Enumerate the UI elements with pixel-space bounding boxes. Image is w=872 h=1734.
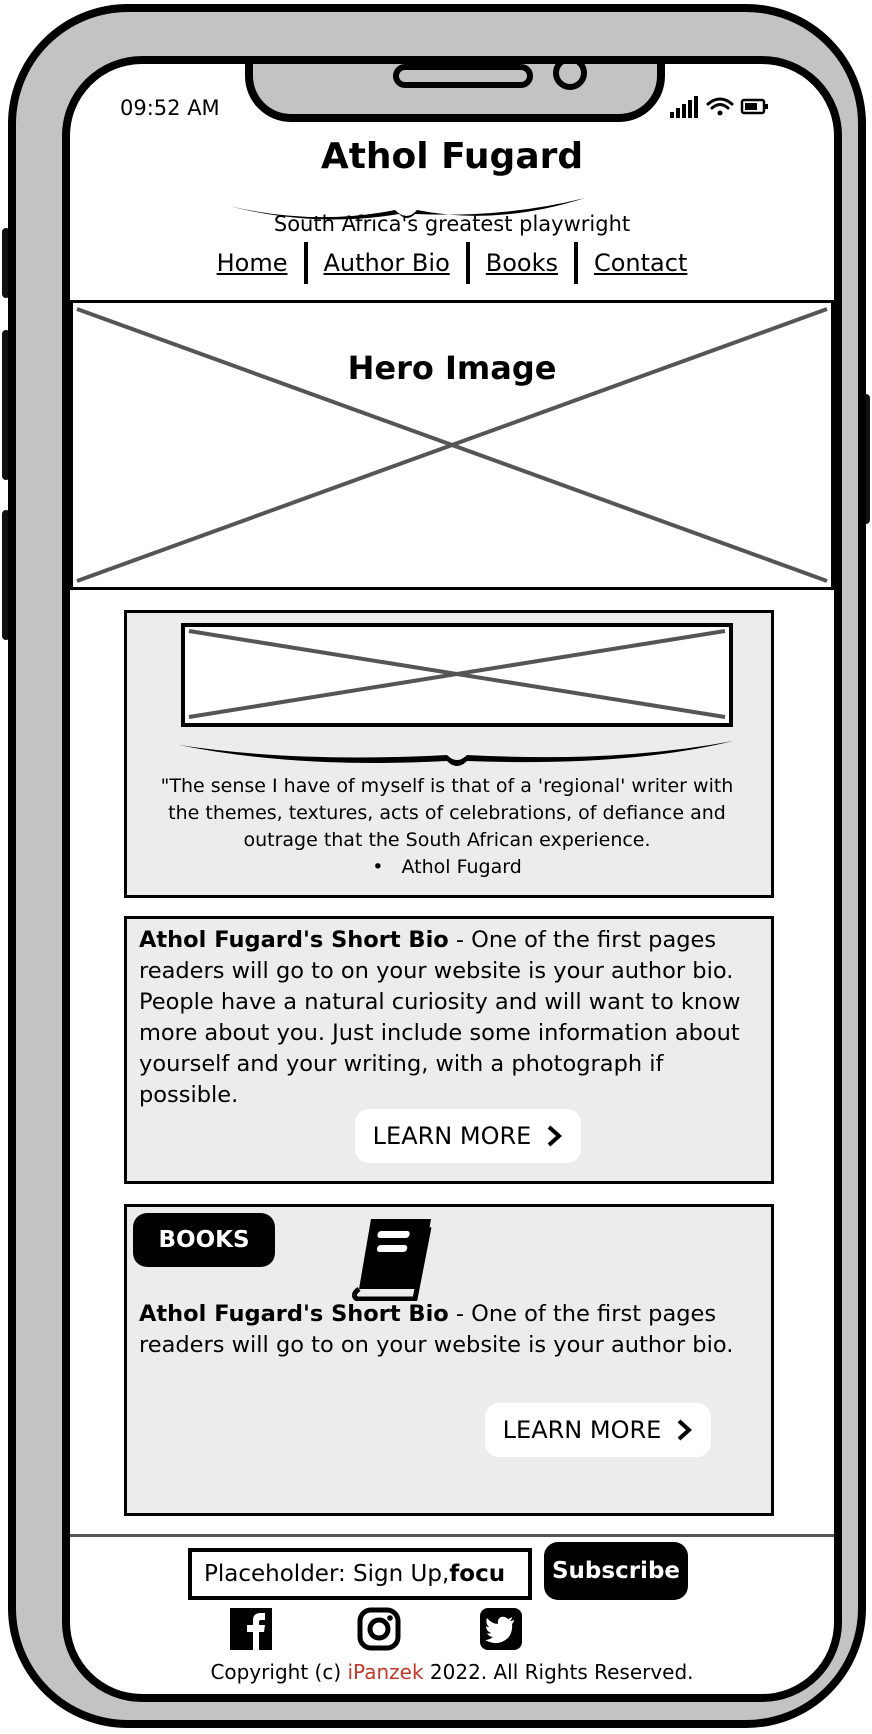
quote-author: • Athol Fugard	[372, 856, 522, 878]
brand-link[interactable]: iPanzek	[347, 1660, 423, 1684]
hero-caption: Hero Image	[347, 349, 557, 387]
status-time: 09:52 AM	[120, 96, 220, 120]
learn-more-label: LEARN MORE	[372, 1122, 532, 1150]
quote-card: "The sense I have of myself is that of a…	[124, 610, 774, 898]
site-title: Athol Fugard	[320, 136, 584, 177]
signup-input[interactable]: Placeholder: Sign Up, focu	[188, 1548, 532, 1600]
subscribe-button[interactable]: Subscribe	[544, 1542, 688, 1600]
nav-home[interactable]: Home	[201, 249, 304, 277]
books-learn-more-button[interactable]: LEARN MORE	[485, 1403, 711, 1457]
instagram-icon[interactable]	[356, 1606, 402, 1652]
chevron-right-icon	[677, 1419, 693, 1441]
image-placeholder-icon	[76, 307, 828, 583]
phone-notch	[245, 64, 665, 122]
hero-image: Hero Image	[70, 300, 834, 590]
books-heading: Athol Fugard's Short Bio	[139, 1301, 449, 1327]
image-placeholder-icon	[188, 629, 726, 719]
quote-image	[181, 623, 733, 727]
footer-divider	[70, 1534, 834, 1537]
copyright-text: Copyright (c) iPanzek 2022. All Rights R…	[210, 1660, 694, 1684]
signal-icon	[670, 96, 698, 118]
quote-flourish	[179, 741, 733, 766]
quote-body: "The sense I have of myself is that of a…	[160, 775, 734, 851]
speaker-icon	[393, 64, 533, 88]
main-nav: Home Author Bio Books Contact	[70, 242, 834, 284]
wifi-icon	[706, 97, 734, 116]
books-card: BOOKS Athol Fugard's Short Bio - One of …	[124, 1204, 774, 1516]
phone-frame: 09:52 AM Athol Fugard South Africa's gre…	[8, 4, 866, 1728]
phone-screen: 09:52 AM Athol Fugard South Africa's gre…	[62, 56, 842, 1702]
bio-body: - One of the first pages readers will go…	[139, 927, 741, 1108]
facebook-icon[interactable]	[228, 1606, 274, 1652]
nav-contact[interactable]: Contact	[578, 249, 703, 277]
bio-card: Athol Fugard's Short Bio - One of the fi…	[124, 916, 774, 1184]
nav-books[interactable]: Books	[470, 249, 574, 277]
status-icons	[670, 96, 768, 118]
bio-text: Athol Fugard's Short Bio - One of the fi…	[139, 925, 763, 1111]
bio-learn-more-button[interactable]: LEARN MORE	[355, 1109, 581, 1163]
twitter-icon[interactable]	[478, 1606, 524, 1652]
chevron-right-icon	[547, 1125, 563, 1147]
camera-icon	[553, 64, 587, 90]
bio-heading: Athol Fugard's Short Bio	[139, 927, 449, 953]
learn-more-label: LEARN MORE	[502, 1416, 662, 1444]
nav-author-bio[interactable]: Author Bio	[308, 249, 466, 277]
books-badge: BOOKS	[133, 1213, 275, 1267]
battery-icon	[740, 98, 768, 115]
quote-text: "The sense I have of myself is that of a…	[147, 773, 747, 881]
books-text: Athol Fugard's Short Bio - One of the fi…	[139, 1299, 763, 1361]
site-tagline: South Africa's greatest playwright	[273, 212, 631, 236]
book-icon	[351, 1219, 432, 1301]
